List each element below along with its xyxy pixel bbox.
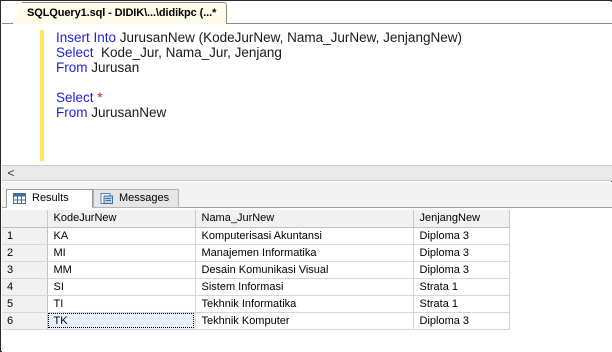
code-line[interactable]: Select * [56, 90, 462, 105]
tab-results-label: Results [32, 192, 69, 204]
sql-token: (KodeJurNew, Nama_JurNew, JenjangNew) [198, 30, 462, 45]
document-tab-strip: SQLQuery1.sql - DIDIK\...\didikpc (...* [2, 2, 612, 24]
sql-keyword: From [56, 105, 92, 120]
code-line[interactable]: From JurusanNew [56, 105, 462, 120]
table-row[interactable]: 4 SI Sistem Informasi Strata 1 [2, 278, 510, 296]
sql-token: Kode_Jur, Nama_Jur, Jenjang [97, 45, 282, 60]
sql-token: Jurusan [91, 60, 140, 75]
grid-cell[interactable]: Diploma 3 [413, 261, 510, 279]
query-document-tab[interactable]: SQLQuery1.sql - DIDIK\...\didikpc (...* [12, 2, 228, 24]
sql-keyword: Insert Into [56, 30, 120, 45]
table-row[interactable]: 1 KA Komputerisasi Akuntansi Diploma 3 [2, 227, 510, 245]
row-number[interactable]: 5 [2, 295, 48, 313]
row-number-header[interactable] [2, 210, 48, 228]
row-number[interactable]: 2 [2, 244, 48, 262]
sql-token: * [97, 90, 103, 105]
grid-cell[interactable]: Diploma 3 [413, 312, 510, 330]
change-marker-bar [40, 30, 44, 161]
code-line[interactable]: Insert Into JurusanNew (KodeJurNew, Nama… [56, 30, 462, 45]
results-tab-strip: Results Messages [2, 182, 612, 208]
grid-cell[interactable]: Komputerisasi Akuntansi [195, 227, 414, 245]
grid-cell[interactable]: Strata 1 [413, 295, 510, 313]
results-grid[interactable]: KodeJurNew Nama_JurNew JenjangNew 1 KA K… [2, 210, 510, 330]
grid-cell[interactable]: Sistem Informasi [195, 278, 414, 296]
code-line[interactable] [56, 75, 462, 90]
query-window: SQLQuery1.sql - DIDIK\...\didikpc (...* … [0, 0, 612, 352]
messages-icon [100, 193, 113, 204]
tab-messages[interactable]: Messages [93, 189, 179, 208]
results-panel: Results Messages KodeJurNew Nama_JurNew … [2, 182, 612, 352]
table-row[interactable]: 2 MI Manajemen Informatika Diploma 3 [2, 244, 510, 262]
row-number[interactable]: 1 [2, 227, 48, 245]
row-number[interactable]: 3 [2, 261, 48, 279]
table-row[interactable]: 6 TK Tekhnik Komputer Diploma 3 [2, 312, 510, 330]
grid-cell[interactable]: MI [47, 244, 196, 262]
grid-cell[interactable]: KA [47, 227, 196, 245]
scroll-left-icon[interactable]: < [4, 166, 18, 180]
column-header[interactable]: KodeJurNew [47, 210, 196, 228]
sql-token: JurusanNew [91, 105, 167, 120]
grid-cell-selected[interactable]: TK [47, 312, 196, 330]
grid-header-row: KodeJurNew Nama_JurNew JenjangNew [2, 210, 510, 228]
grid-cell[interactable]: Desain Komunikasi Visual [195, 261, 414, 279]
row-number[interactable]: 6 [2, 312, 48, 330]
column-header[interactable]: JenjangNew [413, 210, 510, 228]
sql-keyword: From [56, 60, 92, 75]
grid-cell[interactable]: Strata 1 [413, 278, 510, 296]
grid-cell[interactable]: Tekhnik Komputer [195, 312, 414, 330]
sql-code[interactable]: Insert Into JurusanNew (KodeJurNew, Nama… [56, 30, 462, 120]
grid-icon [13, 193, 26, 204]
results-grid-area[interactable]: KodeJurNew Nama_JurNew JenjangNew 1 KA K… [2, 208, 612, 352]
query-tab-title: SQLQuery1.sql - DIDIK\...\didikpc (...* [27, 7, 217, 19]
grid-cell[interactable]: Manajemen Informatika [195, 244, 414, 262]
table-row[interactable]: 3 MM Desain Komunikasi Visual Diploma 3 [2, 261, 510, 279]
grid-cell[interactable]: Tekhnik Informatika [195, 295, 414, 313]
column-header[interactable]: Nama_JurNew [195, 210, 414, 228]
code-line[interactable]: Select Kode_Jur, Nama_Jur, Jenjang [56, 45, 462, 60]
grid-cell[interactable]: Diploma 3 [413, 244, 510, 262]
tab-messages-label: Messages [119, 192, 170, 204]
sql-keyword: Select [56, 90, 98, 105]
sql-keyword: Select [56, 45, 98, 60]
code-line[interactable]: From Jurusan [56, 60, 462, 75]
table-row[interactable]: 5 TI Tekhnik Informatika Strata 1 [2, 295, 510, 313]
horizontal-scrollbar[interactable]: < [2, 165, 612, 181]
grid-cell[interactable]: MM [47, 261, 196, 279]
row-number[interactable]: 4 [2, 278, 48, 296]
grid-cell[interactable]: TI [47, 295, 196, 313]
grid-cell[interactable]: Diploma 3 [413, 227, 510, 245]
grid-cell[interactable]: SI [47, 278, 196, 296]
sql-editor[interactable]: Insert Into JurusanNew (KodeJurNew, Nama… [2, 24, 612, 165]
sql-token: JurusanNew [119, 30, 199, 45]
tab-results[interactable]: Results [6, 189, 93, 208]
